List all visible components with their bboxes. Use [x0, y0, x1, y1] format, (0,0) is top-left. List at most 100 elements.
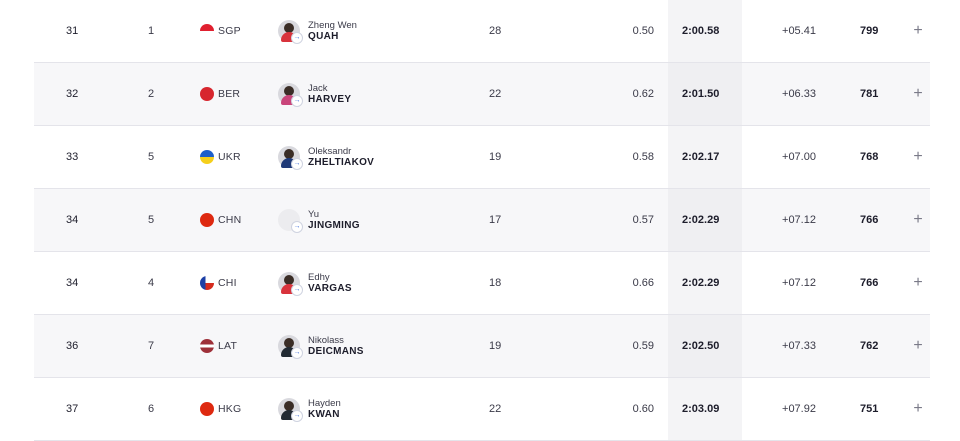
athlete-cell[interactable]: → Zheng Wen QUAH	[278, 0, 498, 62]
plus-icon[interactable]: +	[910, 315, 926, 377]
athlete-cell[interactable]: → Edhy VARGAS	[278, 252, 498, 314]
athlete-last-name: DEICMANS	[308, 346, 364, 357]
time-behind-cell: +05.41	[782, 25, 816, 37]
country-code: CHI	[218, 277, 237, 289]
plus-icon[interactable]: +	[910, 378, 926, 440]
points-cell: 799	[860, 25, 879, 37]
athlete-avatar[interactable]: →	[278, 146, 303, 170]
arrow-right-icon: →	[291, 410, 303, 422]
country-cell: UKR	[200, 126, 280, 188]
rank-cell: 33	[66, 151, 79, 163]
athlete-avatar[interactable]: →	[278, 272, 303, 296]
plus-icon[interactable]: +	[910, 126, 926, 188]
table-row[interactable]: 34 5 CHN → Yu JINGMING 17 0.57 2:02.29 +…	[34, 189, 930, 252]
athlete-last-name: VARGAS	[308, 283, 352, 294]
rank-cell: 31	[66, 25, 79, 37]
rank-cell: 32	[66, 88, 79, 100]
reaction-time-cell: 0.57	[632, 214, 654, 226]
athlete-avatar[interactable]: →	[278, 20, 303, 44]
time-behind-cell: +06.33	[782, 88, 816, 100]
country-cell: BER	[200, 63, 280, 125]
country-code: LAT	[218, 340, 238, 352]
reaction-time-cell: 0.62	[632, 88, 654, 100]
ber-flag-icon	[200, 87, 214, 101]
arrow-right-icon: →	[291, 158, 303, 170]
athlete-first-name: Edhy	[308, 272, 330, 283]
athlete-name[interactable]: Hayden KWAN	[308, 398, 341, 420]
reaction-time-cell: 0.60	[632, 403, 654, 415]
points-cell: 781	[860, 88, 879, 100]
result-time-cell: 2:03.09	[682, 403, 720, 415]
time-behind-cell: +07.33	[782, 340, 816, 352]
points-cell: 766	[860, 277, 879, 289]
heat-cell: 4	[148, 277, 155, 289]
time-behind-cell: +07.12	[782, 214, 816, 226]
rank-cell: 37	[66, 403, 79, 415]
country-cell: CHI	[200, 252, 280, 314]
points-cell: 762	[860, 340, 879, 352]
athlete-name[interactable]: Nikolass DEICMANS	[308, 335, 364, 357]
country-code: CHN	[218, 214, 242, 226]
age-cell: 22	[489, 88, 502, 100]
arrow-right-icon: →	[291, 221, 303, 233]
age-cell: 28	[489, 25, 502, 37]
athlete-cell[interactable]: → Yu JINGMING	[278, 189, 498, 251]
lat-flag-icon	[200, 339, 214, 353]
heat-cell: 7	[148, 340, 155, 352]
country-cell: CHN	[200, 189, 280, 251]
athlete-last-name: HARVEY	[308, 94, 352, 105]
result-time-cell: 2:02.29	[682, 214, 720, 226]
result-time-cell: 2:02.29	[682, 277, 720, 289]
athlete-avatar[interactable]: →	[278, 209, 303, 233]
arrow-right-icon: →	[291, 284, 303, 296]
plus-icon[interactable]: +	[910, 0, 926, 62]
athlete-name[interactable]: Zheng Wen QUAH	[308, 20, 357, 42]
table-row[interactable]: 37 6 HKG → Hayden KWAN 22 0.60 2:03.09 +…	[34, 378, 930, 441]
athlete-name[interactable]: Yu JINGMING	[308, 209, 360, 231]
heat-cell: 1	[148, 25, 155, 37]
table-row[interactable]: 31 1 SGP → Zheng Wen QUAH 28 0.50 2:00.5…	[34, 0, 930, 63]
plus-icon[interactable]: +	[910, 63, 926, 125]
athlete-name[interactable]: Oleksandr ZHELTIAKOV	[308, 146, 374, 168]
plus-icon[interactable]: +	[910, 189, 926, 251]
table-row[interactable]: 33 5 UKR → Oleksandr ZHELTIAKOV 19 0.58 …	[34, 126, 930, 189]
reaction-time-cell: 0.50	[632, 25, 654, 37]
athlete-name[interactable]: Edhy VARGAS	[308, 272, 352, 294]
heat-cell: 2	[148, 88, 155, 100]
athlete-avatar[interactable]: →	[278, 335, 303, 359]
athlete-cell[interactable]: → Nikolass DEICMANS	[278, 315, 498, 377]
time-behind-cell: +07.92	[782, 403, 816, 415]
chn-flag-icon	[200, 213, 214, 227]
table-row[interactable]: 36 7 LAT → Nikolass DEICMANS 19 0.59 2:0…	[34, 315, 930, 378]
arrow-right-icon: →	[291, 347, 303, 359]
athlete-last-name: QUAH	[308, 31, 339, 42]
plus-icon[interactable]: +	[910, 252, 926, 314]
reaction-time-cell: 0.59	[632, 340, 654, 352]
athlete-avatar[interactable]: →	[278, 398, 303, 422]
athlete-cell[interactable]: → Oleksandr ZHELTIAKOV	[278, 126, 498, 188]
rank-cell: 34	[66, 277, 79, 289]
athlete-name[interactable]: Jack HARVEY	[308, 83, 351, 105]
athlete-cell[interactable]: → Jack HARVEY	[278, 63, 498, 125]
arrow-right-icon: →	[291, 32, 303, 44]
result-time-cell: 2:02.50	[682, 340, 720, 352]
athlete-first-name: Oleksandr	[308, 146, 352, 157]
country-code: HKG	[218, 403, 242, 415]
athlete-avatar[interactable]: →	[278, 83, 303, 107]
athlete-first-name: Jack	[308, 83, 328, 94]
reaction-time-cell: 0.58	[632, 151, 654, 163]
time-behind-cell: +07.00	[782, 151, 816, 163]
country-code: UKR	[218, 151, 241, 163]
athlete-last-name: KWAN	[308, 409, 340, 420]
athlete-first-name: Yu	[308, 209, 320, 220]
age-cell: 22	[489, 403, 502, 415]
table-row[interactable]: 32 2 BER → Jack HARVEY 22 0.62 2:01.50 +…	[34, 63, 930, 126]
result-time-cell: 2:02.17	[682, 151, 720, 163]
hkg-flag-icon	[200, 402, 214, 416]
athlete-first-name: Nikolass	[308, 335, 344, 346]
time-behind-cell: +07.12	[782, 277, 816, 289]
heat-cell: 6	[148, 403, 155, 415]
table-row[interactable]: 34 4 CHI → Edhy VARGAS 18 0.66 2:02.29 +…	[34, 252, 930, 315]
athlete-cell[interactable]: → Hayden KWAN	[278, 378, 498, 440]
country-cell: SGP	[200, 0, 280, 62]
